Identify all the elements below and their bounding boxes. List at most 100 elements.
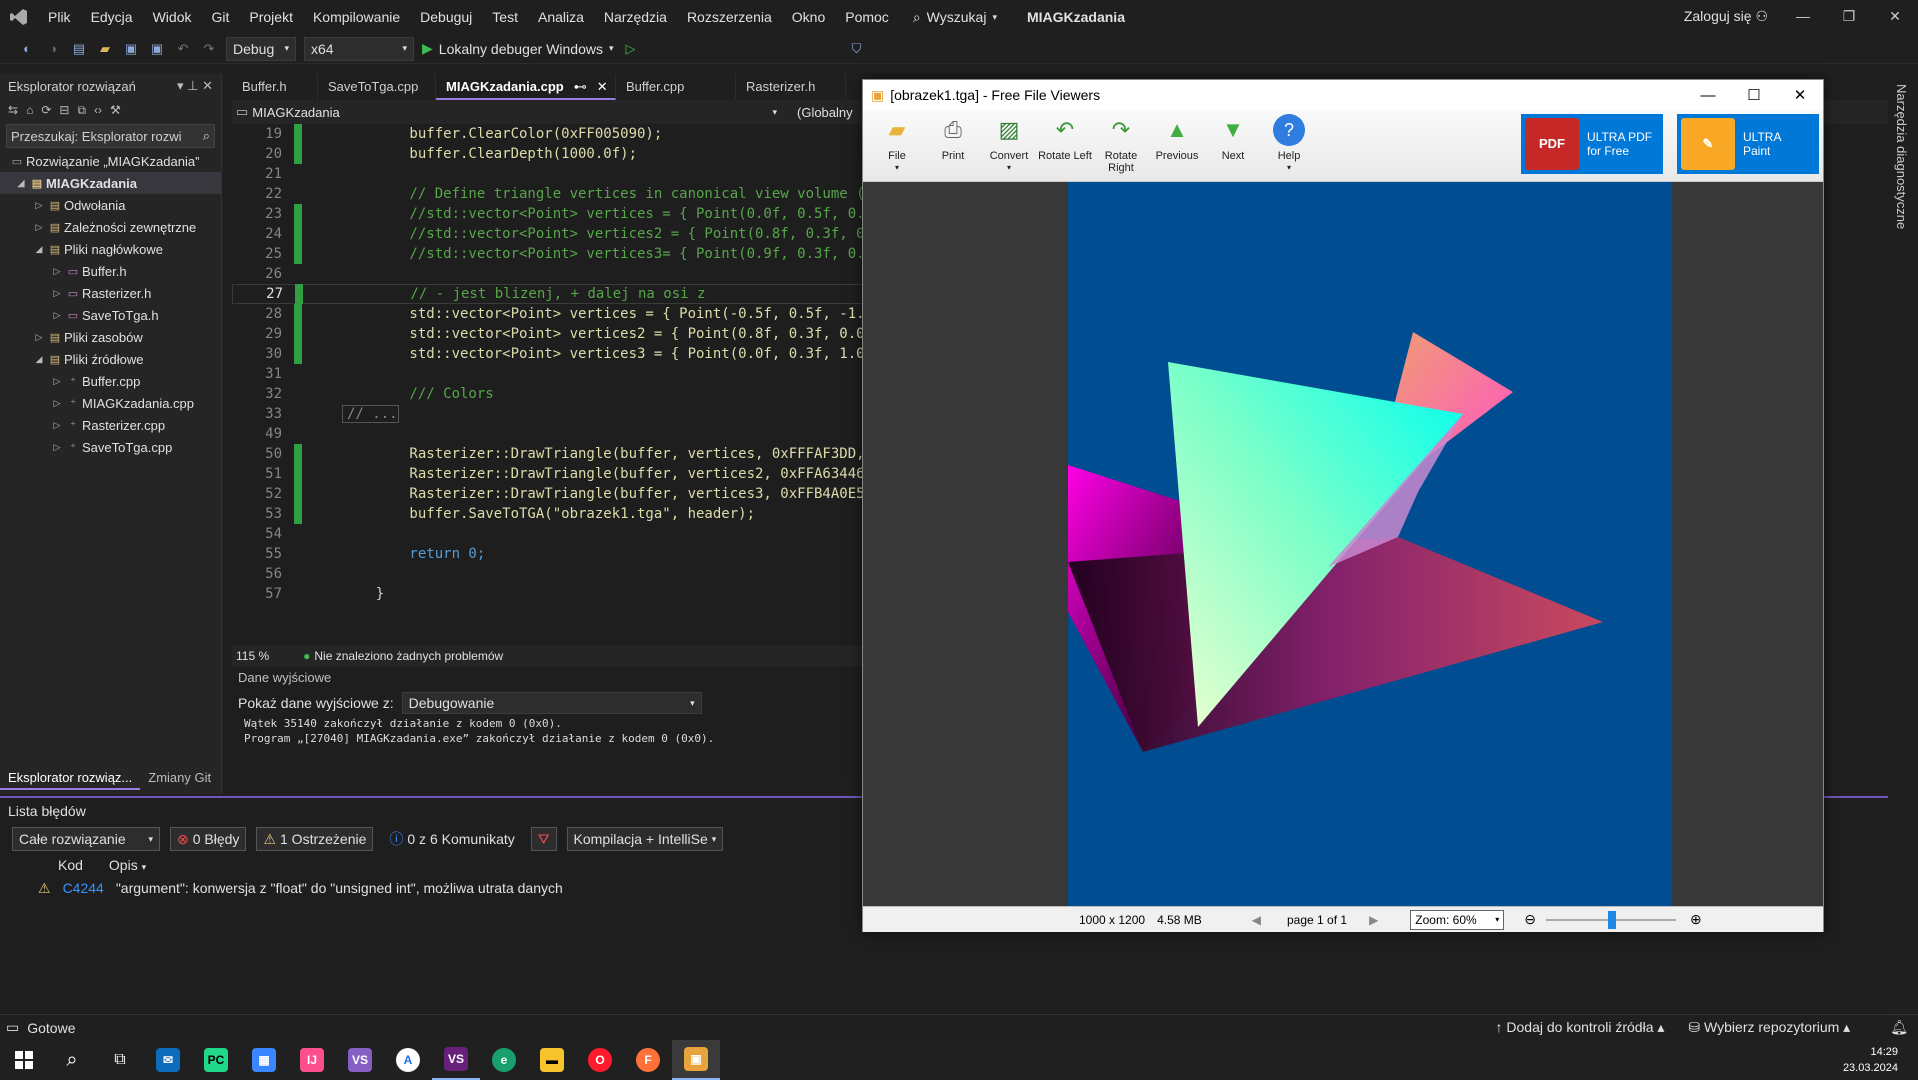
expand-arrow-icon[interactable]: ▷ [32,222,46,233]
expand-arrow-icon[interactable]: ▷ [32,200,46,211]
viewer-minimize-button[interactable]: — [1685,80,1731,110]
bookmark-icon[interactable]: ⛉ [848,40,866,58]
task-view-icon[interactable]: ⧉ [96,1040,144,1080]
restore-button[interactable]: ❐ [1826,0,1872,32]
expand-arrow-icon[interactable]: ▷ [50,266,64,277]
code-line[interactable]: 56 [232,564,912,584]
pin-icon[interactable]: ▾ ⊥ ✕ [177,78,213,94]
zoom-select[interactable]: Zoom: 60% ▾ [1410,909,1505,930]
zoom-slider-handle[interactable] [1608,910,1617,929]
problems-status[interactable]: Nie znaleziono żadnych problemów [314,649,503,663]
close-button[interactable]: ✕ [1872,0,1918,32]
code-line[interactable]: 52 Rasterizer::DrawTriangle(buffer, vert… [232,484,912,504]
save-icon[interactable]: ▣ [122,40,140,58]
intellij-app-icon[interactable]: IJ [288,1040,336,1080]
code-line[interactable]: 49 [232,424,912,444]
code-line[interactable]: 26 [232,264,912,284]
store-app-icon[interactable]: ▦ [240,1040,288,1080]
tab-miagkzadania-cpp[interactable]: MIAGKzadania.cpp ⊷ ✕ [436,74,616,100]
code-line[interactable]: 23 //std::vector<Point> vertices = { Poi… [232,204,912,224]
redo-icon[interactable]: ↷ [200,40,218,58]
code-line[interactable]: 21 [232,164,912,184]
code-line[interactable]: 32 /// Colors [232,384,912,404]
tree-item[interactable]: ▷ ▤ Pliki zasobów [0,326,221,348]
warnings-filter-button[interactable]: ⚠ 1 Ostrzeżenie [256,827,374,851]
code-line[interactable]: 51 Rasterizer::DrawTriangle(buffer, vert… [232,464,912,484]
tree-item[interactable]: ◢ ▤ Pliki nagłówkowe [0,238,221,260]
tab-buffer-h[interactable]: Buffer.h [232,74,318,100]
build-select[interactable]: Kompilacja + IntelliSe ▾ [566,827,724,851]
expand-arrow-icon[interactable]: ◢ [14,178,28,189]
opera-app-icon[interactable]: O [576,1040,624,1080]
tree-item[interactable]: ▷ ⁺ Rasterizer.cpp [0,414,221,436]
filter-icon[interactable]: ⛛ [530,827,557,851]
zoom-slider[interactable] [1546,910,1677,929]
menu-test[interactable]: Test [482,0,528,34]
sign-in-button[interactable]: Zaloguj się ⚇ [1684,0,1768,32]
new-project-icon[interactable]: ▤ [70,40,88,58]
solution-node[interactable]: ▭ Rozwiązanie „MIAGKzadania” [0,150,221,172]
previous-button[interactable]: ▲ Previous [1149,110,1205,180]
firefox-app-icon[interactable]: F [624,1040,672,1080]
scope-dropdown[interactable]: (Globalny [777,105,853,120]
open-icon[interactable]: ▰ [96,40,114,58]
save-all-icon[interactable]: ▣ [148,40,166,58]
tab-buffer-cpp[interactable]: Buffer.cpp [616,74,736,100]
solution-search-input[interactable]: Przeszukaj: Eksplorator rozwi ⌕ [6,124,215,148]
file-viewer-app-icon[interactable]: ▣ [672,1040,720,1080]
search-button[interactable]: ⌕ Wyszukaj ▾ [913,9,997,26]
expand-arrow-icon[interactable]: ▷ [50,376,64,387]
visual-studio-app-icon[interactable]: VS [336,1040,384,1080]
code-line[interactable]: 24 //std::vector<Point> vertices2 = { Po… [232,224,912,244]
tree-item[interactable]: ◢ ▤ Pliki źródłowe [0,348,221,370]
viewer-close-button[interactable]: ✕ [1777,80,1823,110]
tree-item[interactable]: ▷ ⁺ SaveToTga.cpp [0,436,221,458]
show-all-icon[interactable]: ⧉ [77,103,86,118]
rotate-left-button[interactable]: ↶ Rotate Left [1037,110,1093,180]
code-line[interactable]: 55 return 0; [232,544,912,564]
menu-analyze[interactable]: Analiza [528,0,594,34]
minimize-button[interactable]: — [1780,0,1826,32]
tree-item[interactable]: ▷ ▭ SaveToTga.h [0,304,221,326]
print-button[interactable]: ⎙ Print [925,110,981,180]
file-button[interactable]: ▰ File ▾ [869,110,925,180]
tab-git-changes[interactable]: Zmiany Git [140,766,219,790]
code-line[interactable]: 31 [232,364,912,384]
code-line[interactable]: 33 // ... [232,404,912,424]
sync-icon[interactable]: ⇆ [8,103,18,117]
wrench-icon[interactable]: ⚒ [110,103,121,117]
scope-select[interactable]: Całe rozwiązanie ▾ [12,827,160,851]
rotate-right-button[interactable]: ↷ Rotate Right [1093,110,1149,180]
source-control-button[interactable]: ↑ Dodaj do kontroli źródła ▴ [1496,1019,1665,1036]
expand-arrow-icon[interactable]: ◢ [32,354,46,365]
tree-item[interactable]: ▷ ▭ Buffer.h [0,260,221,282]
code-line[interactable]: 28 std::vector<Point> vertices = { Point… [232,304,912,324]
code-line[interactable]: 54 [232,524,912,544]
help-button[interactable]: ? Help ▾ [1261,110,1317,180]
code-line[interactable]: 22 // Define triangle vertices in canoni… [232,184,912,204]
edge-app-icon[interactable]: e [480,1040,528,1080]
code-line[interactable]: 30 std::vector<Point> vertices3 = { Poin… [232,344,912,364]
menu-tools[interactable]: Narzędzia [594,0,677,34]
tree-item[interactable]: ▷ ▭ Rasterizer.h [0,282,221,304]
expand-arrow-icon[interactable]: ◢ [32,244,46,255]
ultra-pdf-ad[interactable]: PDF ULTRA PDF for Free [1521,114,1663,174]
home-icon[interactable]: ⌂ [26,103,33,117]
taskbar-search-icon[interactable]: ⌕ [48,1040,96,1080]
notification-icon[interactable]: 🔔︎ [1890,1019,1908,1036]
image-canvas[interactable] [863,182,1823,906]
tab-rasterizer-h[interactable]: Rasterizer.h [736,74,846,100]
convert-button[interactable]: ▨ Convert ▾ [981,110,1037,180]
code-line[interactable]: 29 std::vector<Point> vertices2 = { Poin… [232,324,912,344]
zoom-in-icon[interactable]: ⊕ [1690,911,1702,928]
zoom-level[interactable]: 115 % [236,649,269,663]
menu-edit[interactable]: Edycja [81,0,143,34]
menu-window[interactable]: Okno [782,0,835,34]
app-icon[interactable]: A [384,1040,432,1080]
next-button[interactable]: ▼ Next [1205,110,1261,180]
tree-item[interactable]: ◢ ▤ MIAGKzadania [0,172,221,194]
close-icon[interactable]: ✕ [597,74,608,98]
pycharm-app-icon[interactable]: PC [192,1040,240,1080]
messages-filter-button[interactable]: ⓘ 0 z 6 Komunikaty [383,827,520,851]
expand-arrow-icon[interactable]: ▷ [50,420,64,431]
